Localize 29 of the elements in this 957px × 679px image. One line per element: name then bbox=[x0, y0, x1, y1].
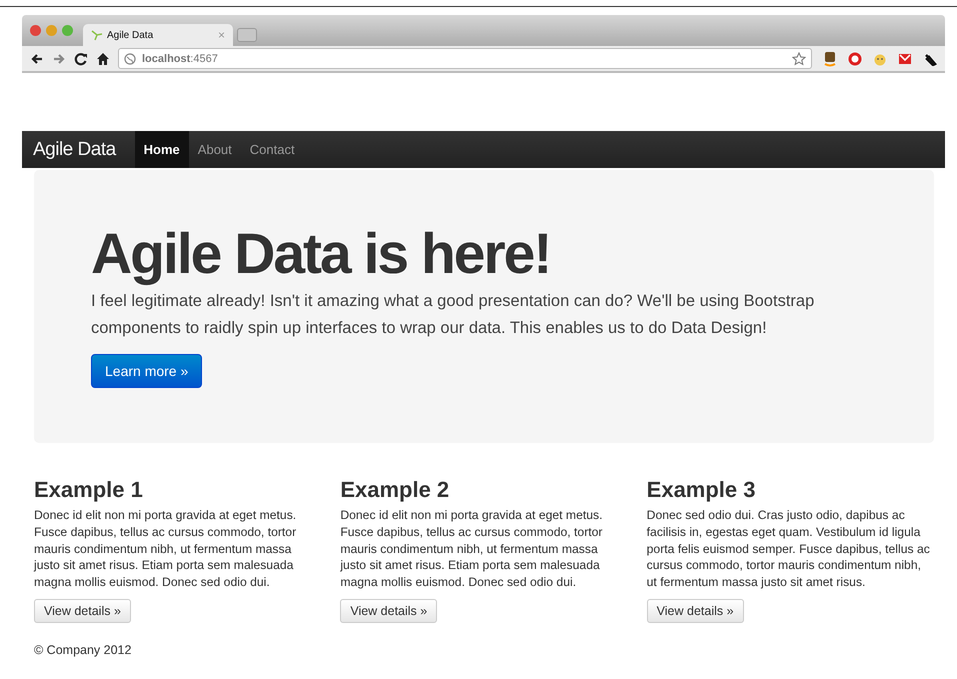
browser-tab[interactable]: Agile Data × bbox=[83, 24, 233, 46]
brand-link[interactable]: Agile Data bbox=[22, 131, 135, 168]
home-icon[interactable] bbox=[96, 52, 110, 66]
view-details-button[interactable]: View details » bbox=[340, 598, 438, 623]
stop-sign-icon[interactable] bbox=[848, 52, 862, 66]
globe-icon bbox=[124, 52, 136, 64]
close-window-icon[interactable] bbox=[30, 25, 41, 36]
column-heading: Example 3 bbox=[646, 476, 756, 504]
nav-link[interactable]: About bbox=[188, 131, 241, 168]
column-text: Donec id elit non mi porta gravida at eget metus. Fusce dapibus, tellus ac cursus commodo, tortor mauris condimentum nibh, ut fermentum massa justo sit amet risus. Etiam porta sem malesuada magna mollis euismod. Donec sed odio dui. bbox=[340, 507, 604, 591]
mail-icon[interactable] bbox=[898, 52, 912, 64]
view-details-button[interactable]: View details » bbox=[646, 598, 744, 623]
column-heading: Example 1 bbox=[34, 476, 144, 504]
star-icon[interactable] bbox=[792, 52, 806, 66]
column-text: Donec sed odio dui. Cras justo odio, dapibus ac facilisis in, egestas eget quam. Vestibulum id ligula porta felis euismod semper. Fusce dapibus, tellus ac cursus commodo, tortor mauris condimentum nibh, ut fermentum massa justo sit amet risus. bbox=[646, 507, 931, 591]
reload-icon[interactable] bbox=[74, 52, 88, 66]
column-heading: Example 2 bbox=[340, 476, 450, 504]
nav-link[interactable]: Contact bbox=[240, 131, 304, 168]
back-icon[interactable] bbox=[30, 52, 44, 66]
address-bar[interactable]: localhost:4567 bbox=[118, 48, 812, 69]
view-details-button[interactable]: View details » bbox=[34, 598, 131, 623]
forward-icon[interactable] bbox=[52, 52, 66, 66]
nav-link[interactable]: Home bbox=[134, 131, 189, 168]
learn-more-button[interactable]: Learn more » bbox=[91, 354, 202, 388]
smiley-icon[interactable] bbox=[873, 52, 887, 66]
footer-text: © Company 2012 bbox=[33, 642, 132, 657]
hero-text: I feel legitimate already! Isn't it amazing what a good presentation can do? We'll be using Bootstrap components to raidly spin up interfaces to wrap our data. This enables us to do Data Design! bbox=[91, 291, 816, 339]
hero-heading: Agile Data is here! bbox=[91, 224, 552, 284]
column-text: Donec id elit non mi porta gravida at eget metus. Fusce dapibus, tellus ac cursus commodo, tortor mauris condimentum nibh, ut fermentum massa justo sit amet risus. Etiam porta sem malesuada magna mollis euismod. Donec sed odio dui. bbox=[34, 507, 298, 591]
